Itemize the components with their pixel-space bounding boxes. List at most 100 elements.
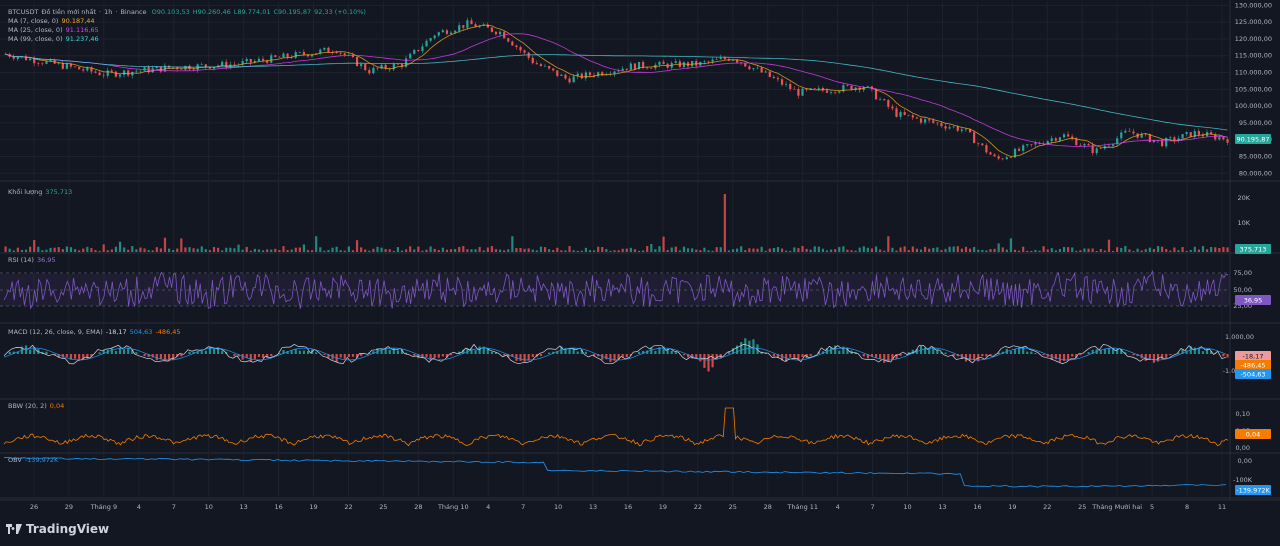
interval-label[interactable]: 1h — [104, 8, 112, 16]
volume-bar — [241, 249, 244, 252]
ma7-legend[interactable]: MA (7, close, 0) 90.187,44 — [8, 17, 98, 26]
time-tick-label: 10 — [903, 503, 911, 511]
volume-bar — [384, 249, 387, 252]
price-candle — [964, 128, 968, 133]
volume-bar — [396, 247, 400, 252]
macd-hist-bar — [98, 352, 101, 354]
change-value: 92,33 (+0.10%) — [314, 8, 366, 16]
volume-bar — [335, 246, 338, 252]
volume-bar — [65, 246, 68, 252]
volume-bar — [629, 247, 632, 252]
volume-label: Khối lượng — [8, 188, 43, 196]
macd-hist-bar — [539, 354, 543, 356]
volume-bar — [883, 250, 886, 252]
volume-bar — [748, 248, 751, 252]
volume-bar — [874, 246, 878, 252]
volume-bar — [637, 250, 641, 252]
bbw-legend[interactable]: BBW (20, 2) 0,04 — [8, 402, 67, 411]
volume-bar — [1022, 246, 1025, 252]
time-tick-label: 16 — [274, 503, 282, 511]
ma25-value: 91.116,65 — [65, 26, 99, 34]
price-candle — [748, 64, 751, 71]
macd-legend[interactable]: MACD (12, 26, close, 9, EMA) -18,17 504,63… — [8, 328, 184, 337]
price-candle — [752, 67, 755, 71]
volume-bar — [311, 250, 314, 252]
macd-hist-bar — [270, 354, 273, 357]
macd-hist-bar — [654, 350, 657, 354]
volume-bar — [454, 249, 457, 252]
volume-bar — [776, 247, 780, 252]
macd-hist-bar — [801, 354, 804, 358]
price-candle — [355, 56, 359, 67]
exchange-label: Binance — [120, 8, 147, 16]
macd-hist-bar — [347, 354, 350, 357]
volume-bar — [114, 246, 118, 252]
ma7-line — [5, 24, 1228, 157]
volume-bar — [1067, 247, 1070, 252]
price-candle — [772, 74, 775, 79]
volume-bar — [977, 249, 980, 252]
volume-bar — [519, 248, 522, 252]
volume-bar — [633, 249, 637, 252]
volume-bar — [842, 246, 845, 252]
volume-bar — [924, 246, 927, 252]
volume-bar — [548, 249, 551, 252]
volume-bar — [850, 250, 853, 252]
volume-bar — [523, 248, 526, 252]
macd-hist-bar — [548, 352, 551, 354]
volume-bar — [327, 250, 330, 252]
volume-bar — [355, 240, 359, 252]
price-candle — [1136, 133, 1139, 140]
price-candle — [1017, 146, 1021, 152]
price-candle — [323, 47, 326, 51]
volume-bar — [12, 250, 15, 252]
obv-legend[interactable]: OBV -139,972K — [8, 456, 61, 465]
volume-bar — [163, 237, 167, 252]
volume-bar — [192, 248, 195, 252]
price-candle — [372, 65, 375, 75]
volume-bar — [1107, 239, 1111, 252]
time-tick-label: Tháng 9 — [90, 503, 118, 511]
rsi-legend[interactable]: RSI (14) 36,95 — [8, 256, 59, 265]
price-candle — [1132, 128, 1135, 136]
volume-bar — [1169, 250, 1172, 252]
symbol-label[interactable]: BTCUSDT — [8, 8, 38, 16]
volume-bar — [159, 248, 162, 252]
price-candle — [621, 66, 624, 71]
price-candle — [114, 70, 118, 78]
price-candle — [339, 52, 342, 56]
price-candle — [311, 53, 314, 58]
time-tick-label: 13 — [589, 503, 597, 511]
price-candle — [1124, 128, 1127, 134]
ma99-legend[interactable]: MA (99, close, 0) 91.237,46 — [8, 35, 102, 44]
volume-bar — [1062, 246, 1066, 252]
ma25-legend[interactable]: MA (25, close, 0) 91.116,65 — [8, 26, 102, 35]
price-candle — [445, 28, 449, 36]
volume-bar — [1201, 246, 1205, 252]
volume-bar — [911, 246, 914, 252]
price-candle — [915, 116, 919, 119]
volume-bar — [49, 247, 52, 252]
macd-hist-bar — [944, 352, 947, 354]
price-candle — [944, 123, 947, 132]
volume-bar — [584, 247, 588, 252]
price-candle — [924, 117, 927, 125]
volume-legend[interactable]: Khối lượng 375,713 — [8, 188, 75, 197]
price-candle — [948, 124, 951, 130]
volume-bar — [449, 249, 453, 252]
volume-bar — [270, 249, 273, 252]
macd-hist-bar — [249, 354, 252, 362]
volume-bar — [572, 250, 575, 252]
volume-bar — [1087, 248, 1090, 252]
volume-bar — [1148, 247, 1151, 252]
volume-bar — [1111, 250, 1115, 252]
tradingview-logo[interactable]: TradingView — [6, 522, 109, 536]
macd-hist-bar — [388, 349, 391, 354]
price-candle — [711, 57, 714, 65]
price-candle — [858, 86, 861, 93]
macd-hist-bar — [879, 354, 882, 359]
macd-hist-bar — [306, 351, 310, 354]
macd-hist-bar — [1165, 354, 1168, 358]
trading-chart[interactable]: 26 29 Tháng 9 4 7 10 13 16 19 22 25 28 Tháng 10 4 7 10 1… — [0, 0, 1280, 546]
price-candle — [1140, 132, 1143, 139]
